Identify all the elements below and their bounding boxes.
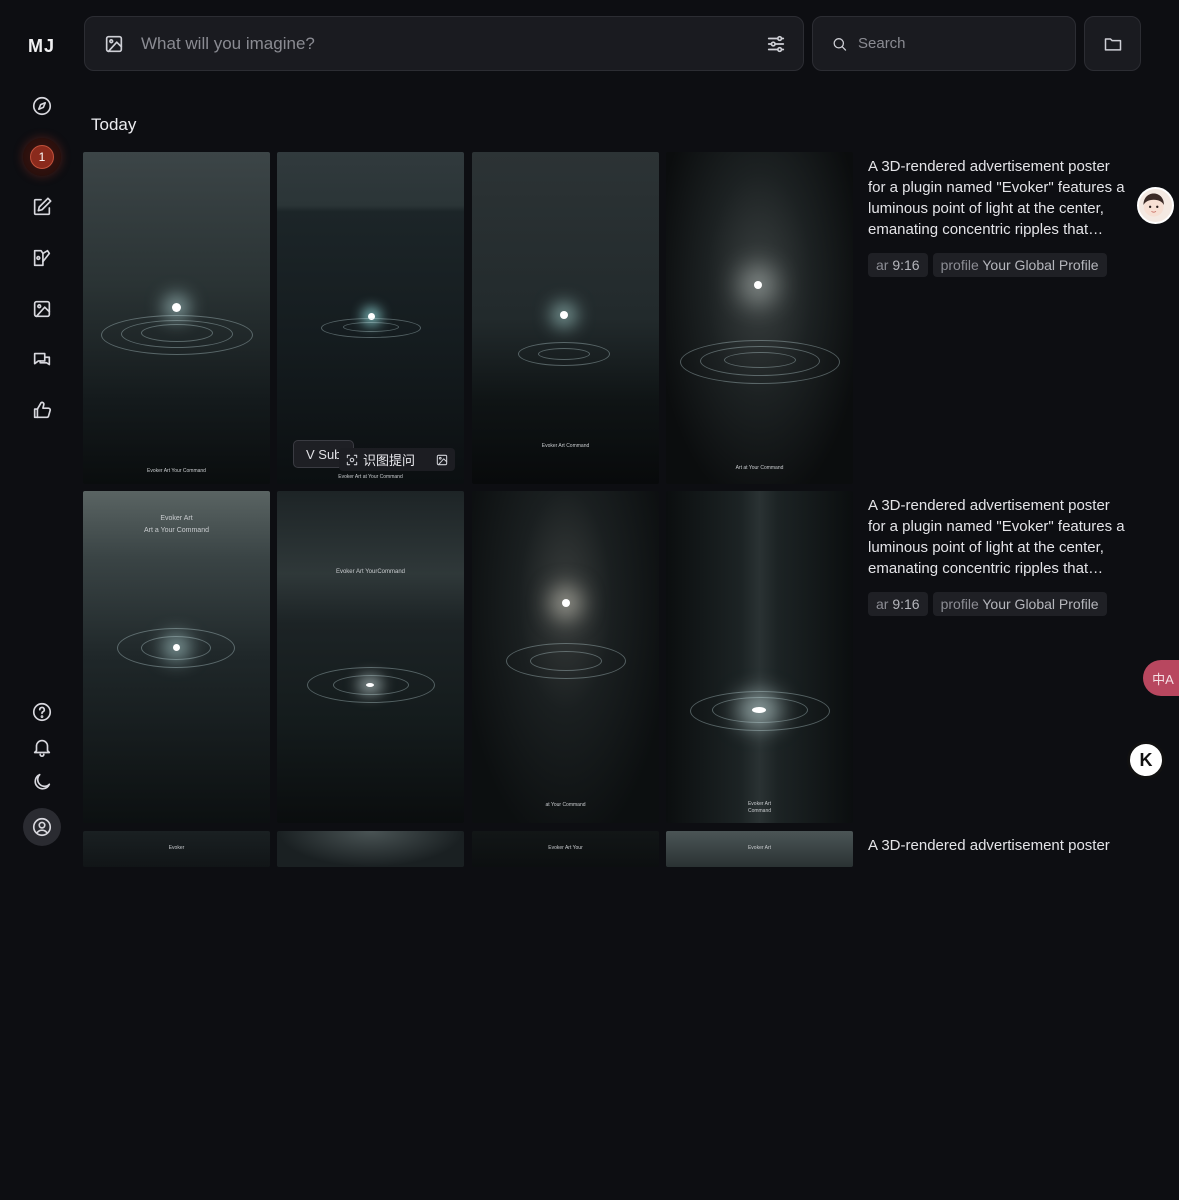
generated-image[interactable]: Evoker Art at Your Command xyxy=(277,152,464,484)
image-caption-sub: Command xyxy=(747,808,772,814)
generated-image[interactable]: Evoker Art xyxy=(666,831,853,867)
bell-button[interactable] xyxy=(23,728,61,766)
generated-image[interactable]: Evoker Art Command xyxy=(666,491,853,823)
rank-button[interactable] xyxy=(23,391,61,429)
tag-profile[interactable]: profile Your Global Profile xyxy=(932,592,1107,616)
generated-image[interactable]: Evoker Art Your xyxy=(472,831,659,867)
prompt-description[interactable]: A 3D-rendered advertisement poster for a… xyxy=(868,156,1128,240)
avatar[interactable] xyxy=(1137,187,1174,224)
compass-icon xyxy=(32,96,52,116)
prompt-description[interactable]: A 3D-rendered advertisement poster xyxy=(868,835,1128,856)
folder-button[interactable] xyxy=(1084,16,1141,71)
help-icon xyxy=(32,702,52,722)
image-caption: Evoker Art Command xyxy=(541,443,590,449)
scan-icon xyxy=(346,454,358,465)
section-title: Today xyxy=(91,115,137,134)
app-logo[interactable]: MJ xyxy=(28,36,55,57)
search-bar xyxy=(812,16,1076,71)
prompt-bar xyxy=(84,16,804,71)
prompt-description[interactable]: A 3D-rendered advertisement poster for a… xyxy=(868,495,1128,579)
image-caption: at Your Command xyxy=(545,802,586,808)
image-caption-sub: Art a Your Command xyxy=(144,527,209,534)
bell-icon xyxy=(33,739,51,757)
image-caption: Evoker Art xyxy=(160,515,193,522)
folder-icon xyxy=(1104,37,1121,51)
thumbs-up-icon xyxy=(33,401,52,419)
generated-image[interactable]: Evoker Art Your Command xyxy=(83,152,270,484)
job-row: Evoker Art Your Command Evoker Art at Yo… xyxy=(83,152,1143,484)
profile-button[interactable] xyxy=(23,808,61,846)
prompt-input[interactable] xyxy=(141,33,765,54)
notifications-count-button[interactable]: 1 xyxy=(23,138,61,176)
image-caption: Evoker Art xyxy=(747,801,772,807)
count-badge: 1 xyxy=(30,145,54,169)
ocr-ask-button[interactable]: 识图提问 xyxy=(339,448,456,471)
edit-icon xyxy=(33,197,52,216)
image-caption: Evoker Art at Your Command xyxy=(338,474,403,480)
create-button[interactable] xyxy=(23,188,61,226)
image-caption: Evoker Art YourCommand xyxy=(335,569,406,575)
k-extension-button[interactable]: K xyxy=(1127,741,1165,779)
image-caption: Evoker Art xyxy=(747,845,772,851)
generated-image[interactable]: at Your Command xyxy=(472,491,659,823)
sidebar: MJ 1 xyxy=(0,0,84,1200)
tag-profile[interactable]: profile Your Global Profile xyxy=(932,253,1107,277)
edit-image-icon xyxy=(33,249,51,267)
help-button[interactable] xyxy=(23,693,61,731)
theme-toggle-button[interactable] xyxy=(23,763,61,801)
explore-button[interactable] xyxy=(23,87,61,125)
image-upload-icon[interactable] xyxy=(103,33,125,55)
generated-image[interactable]: Evoker Art Command xyxy=(472,152,659,484)
image-edit-icon[interactable] xyxy=(435,453,449,467)
job-row: Evoker Art Art a Your Command Evoker Art… xyxy=(83,491,1143,823)
avatar-face-icon xyxy=(1143,193,1164,217)
image-icon xyxy=(33,300,51,318)
tag-list: ar 9:16 profile Your Global Profile xyxy=(868,253,1107,277)
chat-icon xyxy=(33,352,51,366)
tag-aspect-ratio[interactable]: ar 9:16 xyxy=(868,592,928,616)
image-caption: Evoker Art Your Command xyxy=(147,468,206,474)
edit-image-button[interactable] xyxy=(23,239,61,277)
moon-icon xyxy=(34,773,51,790)
organize-button[interactable] xyxy=(23,290,61,328)
image-caption: Art at Your Command xyxy=(735,465,784,471)
generated-image[interactable]: Art at Your Command xyxy=(666,152,853,484)
profile-icon xyxy=(32,817,52,837)
generated-image[interactable] xyxy=(277,831,464,867)
generated-image[interactable]: Evoker Art Art a Your Command xyxy=(83,491,270,823)
generated-image[interactable]: Evoker Art YourCommand xyxy=(277,491,464,823)
settings-sliders-icon[interactable] xyxy=(765,33,787,55)
search-icon xyxy=(833,37,847,51)
ocr-ask-label: 识图提问 xyxy=(363,453,416,468)
generated-image[interactable]: Evoker xyxy=(83,831,270,867)
image-caption: Evoker Art Your xyxy=(548,845,583,851)
chat-button[interactable] xyxy=(23,341,61,379)
search-input[interactable] xyxy=(858,35,1057,52)
translate-button[interactable]: 中A xyxy=(1143,660,1179,696)
tag-list: ar 9:16 profile Your Global Profile xyxy=(868,592,1107,616)
job-row: Evoker Evoker Art Your Evoker Art A 3D-r… xyxy=(83,831,1143,867)
tag-aspect-ratio[interactable]: ar 9:16 xyxy=(868,253,928,277)
image-caption: Evoker xyxy=(168,845,185,851)
